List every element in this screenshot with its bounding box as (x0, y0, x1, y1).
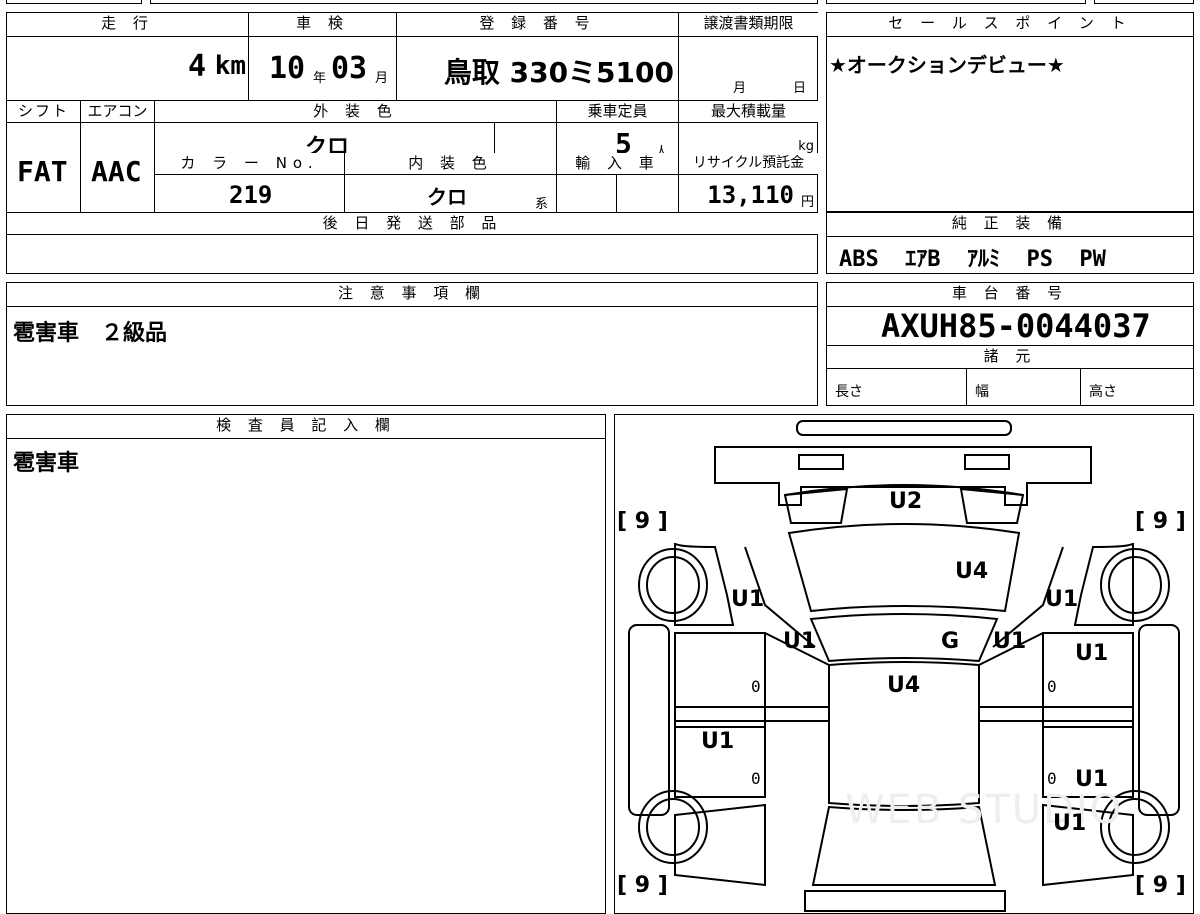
zero-rear-right: 0 (1047, 769, 1057, 788)
shift-value: FAT (17, 155, 68, 188)
top-strip-3 (826, 0, 1086, 4)
interior-cell: クロ 系 (345, 175, 557, 213)
inspection-year-unit: 年 (313, 71, 327, 86)
zero-rear-left: 0 (751, 769, 761, 788)
ac-header: エアコン (81, 101, 155, 123)
zero-front-left: 0 (751, 677, 761, 696)
color-no-header: カ ラ ー No. (155, 153, 345, 175)
chassis-value: AXUH85-0044037 (881, 307, 1151, 345)
shift-header: シフト (7, 101, 81, 123)
import-cell-b (617, 175, 679, 213)
recycle-header: リサイクル預託金 (679, 153, 818, 175)
recycle-unit: 円 (800, 195, 814, 210)
color-no-cell: 219 (155, 175, 345, 213)
mileage-unit: km (214, 51, 246, 81)
tire-rear-left-value: 9 (634, 873, 651, 898)
capacity-header: 乗車定員 (557, 101, 679, 123)
tire-front-left: [ 9 ] (617, 509, 668, 534)
mileage-value: 4 (187, 49, 206, 84)
import-cell-a (557, 175, 617, 213)
notes-box: 注 意 事 項 欄 雹害車 ２級品 (6, 282, 818, 406)
length-label: 長さ (835, 384, 863, 400)
mark-u1-rear-door-left: U1 (701, 729, 735, 754)
mark-u1-pillar-right: U1 (993, 629, 1027, 654)
equipment-box: 純 正 装 備 ABS ｴｱB ｱﾙﾐ PS PW (826, 212, 1194, 274)
load-header: 最大積載量 (679, 101, 818, 123)
notes-value: 雹害車 ２級品 (13, 321, 168, 346)
chassis-header: 車 台 番 号 (827, 283, 1193, 307)
mark-u4-hood: U4 (955, 559, 989, 584)
tire-rear-right: [ 9 ] (1135, 873, 1186, 898)
mileage-cell: 4 km (7, 37, 249, 101)
interior-unit: 系 (535, 197, 549, 212)
mark-u1-front-left: U1 (731, 587, 765, 612)
mark-u2: U2 (889, 489, 923, 514)
load-unit: kg (798, 139, 814, 154)
height-cell: 高さ (1081, 369, 1193, 405)
interior-header: 内 装 色 (345, 153, 557, 175)
interior-value: クロ (427, 185, 467, 209)
recycle-cell: 13,110 円 (679, 175, 818, 213)
inspection-header: 車 検 (249, 13, 397, 37)
inspector-box: 検 査 員 記 入 欄 雹害車 (6, 414, 606, 914)
mark-u1-rear-right: U1 (1053, 811, 1087, 836)
top-strip-2 (150, 0, 818, 4)
mark-u1-rear-door-right: U1 (1075, 767, 1109, 792)
width-label: 幅 (975, 384, 989, 400)
specs-header: 諸 元 (827, 345, 1193, 369)
height-label: 高さ (1089, 384, 1117, 400)
mark-u1-front-right: U1 (1045, 587, 1079, 612)
inspection-year: 10 (269, 51, 306, 86)
mark-u4-roof: U4 (887, 673, 921, 698)
sales-point-box: セ ー ル ス ポ イ ン ト ★オークションデビュー★ (826, 12, 1194, 212)
zero-front-right: 0 (1047, 677, 1057, 696)
ac-value: AAC (91, 155, 142, 188)
inspection-month-unit: 月 (375, 71, 389, 86)
recycle-value: 13,110 (707, 181, 794, 209)
exterior-header: 外 装 色 (155, 101, 557, 123)
import-header: 輸 入 車 (557, 153, 679, 175)
shift-cell: FAT (7, 123, 81, 213)
later-parts-header: 後 日 発 送 部 品 (7, 213, 818, 235)
sales-point-header: セ ー ル ス ポ イ ン ト (827, 13, 1193, 37)
chassis-box: 車 台 番 号 AXUH85-0044037 諸 元 長さ 幅 高さ (826, 282, 1194, 406)
tire-rear-left: [ 9 ] (617, 873, 668, 898)
mark-g-windshield: G (941, 629, 960, 654)
width-cell: 幅 (967, 369, 1081, 405)
length-cell: 長さ (827, 369, 967, 405)
sales-point-value: ★オークションデビュー★ (829, 53, 1065, 77)
mark-u1-pillar-left: U1 (783, 629, 817, 654)
inspector-header: 検 査 員 記 入 欄 (7, 415, 605, 439)
transfer-cell: 月 日 (679, 37, 818, 101)
equipment-header: 純 正 装 備 (827, 213, 1193, 237)
registration-cell: 鳥取 330ミ5100 (397, 37, 679, 101)
transfer-day: 日 (793, 81, 807, 96)
transfer-month: 月 (733, 81, 747, 96)
registration-value: 鳥取 330ミ5100 (443, 56, 674, 89)
vehicle-info-table: 走 行 車 検 登 録 番 号 譲渡書類期限 4 km 10 年 03 月 鳥取… (6, 12, 818, 274)
equipment-value: ABS ｴｱB ｱﾙﾐ PS PW (839, 247, 1106, 272)
inspection-month: 03 (331, 51, 368, 86)
damage-diagram-box: WEB STUDIO U2 U4 U1 U1 U1 G U1 U4 U1 U1 … (614, 414, 1194, 914)
mark-u1-door-right: U1 (1075, 641, 1109, 666)
inspection-cell: 10 年 03 月 (249, 37, 397, 101)
ac-cell: AAC (81, 123, 155, 213)
registration-header: 登 録 番 号 (397, 13, 679, 37)
color-no-value: 219 (229, 181, 273, 209)
tire-front-left-value: 9 (634, 509, 651, 534)
top-strip-4 (1094, 0, 1194, 4)
tire-rear-right-value: 9 (1152, 873, 1169, 898)
tire-front-right: [ 9 ] (1135, 509, 1186, 534)
mileage-header: 走 行 (7, 13, 249, 37)
transfer-header: 譲渡書類期限 (679, 13, 818, 37)
tire-front-right-value: 9 (1152, 509, 1169, 534)
inspector-value: 雹害車 (13, 451, 80, 476)
notes-header: 注 意 事 項 欄 (7, 283, 817, 307)
top-strip (6, 0, 142, 4)
